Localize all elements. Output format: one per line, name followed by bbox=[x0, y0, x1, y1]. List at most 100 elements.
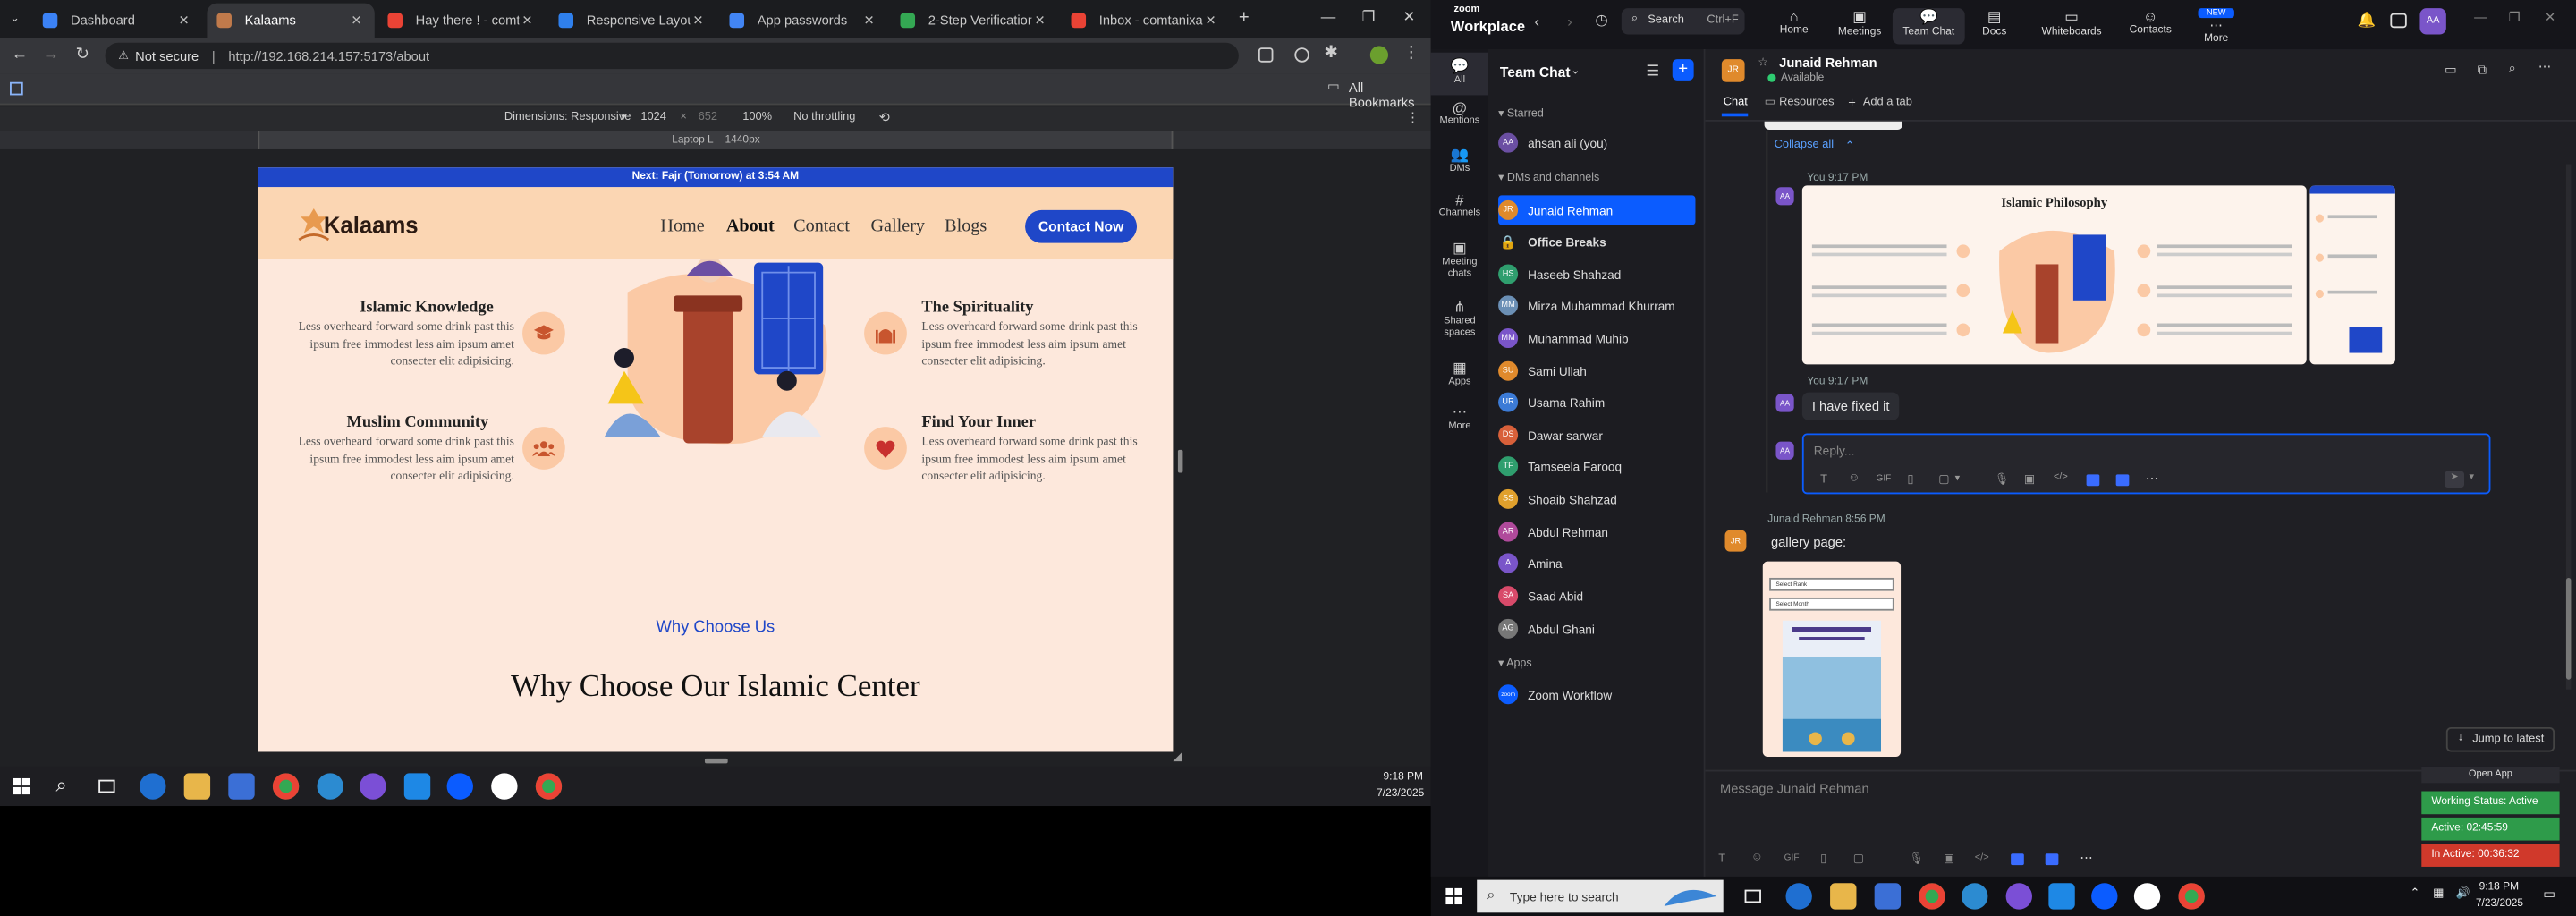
close-icon[interactable]: ✕ bbox=[860, 13, 877, 29]
new-tab-plus-icon[interactable]: + bbox=[1239, 8, 1250, 28]
calendar-icon[interactable] bbox=[2390, 13, 2407, 29]
avatar[interactable] bbox=[1369, 46, 1389, 64]
close-icon[interactable]: ✕ bbox=[176, 13, 192, 29]
app-icon[interactable] bbox=[2011, 853, 2024, 866]
chrome-icon[interactable] bbox=[272, 773, 300, 800]
app-icon[interactable] bbox=[2045, 853, 2059, 866]
send-icon[interactable]: ➤ bbox=[2445, 471, 2465, 488]
search-icon[interactable]: ⌕ bbox=[55, 773, 66, 798]
list-item[interactable]: SU Sami Ullah bbox=[1498, 356, 1695, 386]
ztab-docs[interactable]: ▤ Docs bbox=[1958, 8, 2030, 44]
list-item[interactable]: A Amina bbox=[1498, 548, 1695, 578]
close-icon[interactable]: ✕ bbox=[519, 13, 535, 29]
chevron-down-icon[interactable]: ▾ bbox=[1955, 473, 1961, 484]
app-icon[interactable] bbox=[2133, 883, 2161, 910]
scrollbar-thumb[interactable] bbox=[2565, 577, 2572, 680]
edge-icon[interactable] bbox=[140, 773, 166, 800]
minimize-icon[interactable]: — bbox=[1321, 8, 1336, 24]
width-input[interactable]: 1024 bbox=[640, 112, 666, 123]
avatar[interactable]: JR bbox=[1721, 59, 1745, 82]
zoom-select[interactable]: 100% bbox=[742, 112, 772, 123]
list-item[interactable]: AR Abdul Rehman bbox=[1498, 517, 1695, 547]
close-icon[interactable]: ✕ bbox=[1031, 13, 1047, 29]
ztab-home[interactable]: ⌂ Home bbox=[1758, 8, 1830, 44]
chat-tab-chat[interactable]: Chat bbox=[1724, 97, 1748, 108]
app-icon[interactable] bbox=[1962, 883, 1988, 910]
video-icon[interactable]: ▭ bbox=[2445, 63, 2457, 78]
list-item[interactable]: MM Mirza Muhammad Khurram bbox=[1498, 291, 1695, 320]
maximize-icon[interactable]: ❐ bbox=[2509, 10, 2521, 25]
star-icon[interactable]: ☆ bbox=[1758, 55, 1768, 69]
apps-grid-icon[interactable] bbox=[10, 81, 23, 96]
screenshot-icon[interactable]: ▢ bbox=[1853, 852, 1864, 865]
video-message-icon[interactable]: ▣ bbox=[1944, 852, 1954, 865]
maximize-icon[interactable]: ❐ bbox=[1362, 8, 1376, 26]
vscode-icon[interactable] bbox=[2048, 883, 2075, 910]
height-input[interactable]: 652 bbox=[699, 112, 717, 123]
resize-corner-icon[interactable]: ◢ bbox=[1173, 751, 1182, 763]
chrome-icon[interactable] bbox=[1919, 883, 1945, 910]
message-bubble[interactable]: I have fixed it bbox=[1801, 392, 1900, 420]
throttle-select[interactable]: No throttling bbox=[793, 112, 855, 123]
chat-contact-name[interactable]: Junaid Rehman bbox=[1779, 55, 1877, 71]
forward-arrow-icon[interactable]: → bbox=[43, 46, 59, 64]
taskbar-search[interactable]: ⌕ Type here to search bbox=[1477, 879, 1724, 913]
chat-tab-add[interactable]: Add a tab bbox=[1863, 97, 1912, 108]
tab-responsive[interactable]: Responsive Layout Tai✕ bbox=[548, 4, 716, 38]
forward-arrow-icon[interactable]: › bbox=[1567, 13, 1572, 30]
profile-sync-icon[interactable] bbox=[1294, 47, 1309, 63]
emoji-icon[interactable]: ☺ bbox=[1848, 473, 1860, 485]
more-icon[interactable]: ⋯ bbox=[2538, 59, 2552, 74]
all-bookmarks[interactable]: All Bookmarks bbox=[1349, 81, 1431, 110]
compose-plus-icon[interactable]: + bbox=[1672, 59, 1694, 81]
code-icon[interactable]: </> bbox=[1975, 853, 1989, 863]
message-input[interactable]: Message Junaid Rehman bbox=[1720, 782, 1869, 797]
open-app-button[interactable]: Open App bbox=[2421, 766, 2560, 784]
nav-blogs[interactable]: Blogs bbox=[945, 216, 987, 236]
tab-search-icon[interactable]: ⌄ bbox=[6, 10, 22, 26]
history-icon[interactable]: ◷ bbox=[1595, 12, 1607, 30]
back-arrow-icon[interactable]: ‹ bbox=[1534, 13, 1539, 30]
url-text[interactable]: http://192.168.214.157:5173/about bbox=[228, 48, 429, 64]
rail-dms[interactable]: 👥 DMs bbox=[1431, 146, 1488, 174]
rail-meeting-chats[interactable]: ▣ Meeting chats bbox=[1431, 240, 1488, 281]
nav-contact[interactable]: Contact bbox=[793, 216, 850, 236]
microphone-icon[interactable]: 🎙 bbox=[1995, 473, 2009, 486]
clock-time[interactable]: 9:18 PM bbox=[2479, 881, 2519, 893]
close-icon[interactable]: ✕ bbox=[690, 13, 706, 29]
resize-handle-bottom[interactable] bbox=[704, 758, 728, 764]
reload-icon[interactable]: ↻ bbox=[75, 46, 89, 64]
task-view-icon[interactable] bbox=[1744, 889, 1761, 903]
chevron-up-icon[interactable]: ⌃ bbox=[2410, 886, 2419, 900]
rail-shared-spaces[interactable]: ⋔ Shared spaces bbox=[1431, 299, 1488, 340]
ztab-meetings[interactable]: ▣ Meetings bbox=[1824, 8, 1896, 44]
rail-more[interactable]: ⋯ More bbox=[1431, 403, 1488, 431]
file-icon[interactable]: ▯ bbox=[1820, 852, 1826, 865]
clock-date[interactable]: 7/23/2025 bbox=[2476, 898, 2523, 910]
chat-tab-resources[interactable]: Resources bbox=[1779, 97, 1834, 108]
extension-icon[interactable] bbox=[1258, 47, 1274, 63]
notification-icon[interactable]: ▭ bbox=[2543, 886, 2555, 902]
tab-kalaams[interactable]: Kalaams ✕ bbox=[207, 3, 375, 38]
bell-icon[interactable]: 🔔 bbox=[2358, 12, 2377, 30]
tab-inbox[interactable]: Inbox - comtanixahsa✕ bbox=[1062, 4, 1229, 38]
previous-image-thumb[interactable] bbox=[1764, 121, 1902, 130]
list-item[interactable]: zoom Zoom Workflow bbox=[1498, 680, 1695, 709]
chrome-icon[interactable] bbox=[2178, 883, 2205, 910]
tab-app-passwords[interactable]: App passwords ✕ bbox=[719, 4, 886, 38]
tab-gmail[interactable]: Hay there ! - comtani:✕ bbox=[377, 4, 545, 38]
format-icon[interactable]: T bbox=[1820, 474, 1827, 486]
resize-handle-right[interactable] bbox=[1177, 449, 1183, 473]
store-icon[interactable] bbox=[1874, 883, 1902, 910]
ztab-whiteboards[interactable]: ▭ Whiteboards bbox=[2036, 8, 2108, 44]
zoom-icon[interactable] bbox=[2091, 883, 2118, 910]
rail-all[interactable]: 💬 All bbox=[1430, 52, 1489, 96]
menu-dots-icon[interactable]: ⋮ bbox=[1403, 45, 1419, 63]
filter-icon[interactable]: ☰ bbox=[1646, 63, 1659, 81]
gif-button[interactable]: GIF bbox=[1877, 474, 1892, 484]
github-icon[interactable] bbox=[360, 773, 386, 800]
rotate-icon[interactable]: ⟲ bbox=[879, 110, 890, 125]
volume-icon[interactable]: 🔊 bbox=[2456, 886, 2470, 900]
gif-button[interactable]: GIF bbox=[1784, 853, 1800, 863]
user-avatar[interactable]: AA bbox=[2419, 8, 2446, 35]
